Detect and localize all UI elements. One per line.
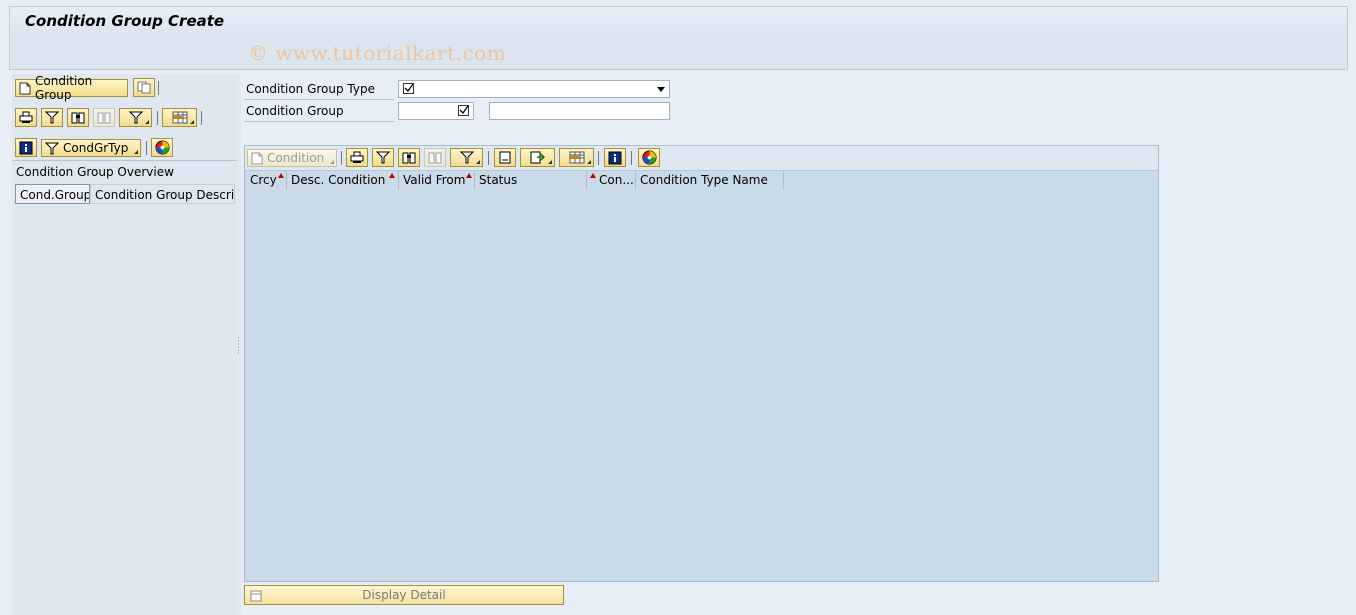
toolbar-separator xyxy=(201,111,202,125)
set-filter-button[interactable] xyxy=(450,148,483,167)
sort-marker-icon xyxy=(466,173,472,178)
color-wheel-icon xyxy=(154,140,170,155)
find-next-icon xyxy=(97,111,111,124)
layout-button[interactable] xyxy=(162,108,197,127)
find-button[interactable] xyxy=(67,108,89,127)
copy-icon xyxy=(137,81,151,94)
toolbar-separator xyxy=(488,151,489,165)
layout-icon xyxy=(172,111,188,124)
page-title: Condition Group Create xyxy=(25,12,225,30)
find-icon xyxy=(71,111,85,124)
toolbar-separator xyxy=(158,81,159,95)
label-underline xyxy=(244,99,394,100)
sort-marker-icon xyxy=(278,173,284,178)
print-preview-button[interactable] xyxy=(494,148,516,167)
layout-button[interactable] xyxy=(559,148,594,167)
color-legend-button[interactable] xyxy=(638,148,660,167)
condgrtyp-button-label: CondGrTyp xyxy=(63,141,129,155)
print-icon xyxy=(350,151,364,164)
condition-button-label: Condition xyxy=(267,151,325,165)
divider xyxy=(12,160,237,161)
set-filter-icon xyxy=(459,151,474,164)
column-condition-type-name[interactable]: Condition Type Name xyxy=(636,171,784,190)
find-button[interactable] xyxy=(398,148,420,167)
set-filter-icon xyxy=(128,111,143,124)
required-checkbox-icon xyxy=(458,105,469,119)
condition-group-label: Condition Group xyxy=(246,104,344,118)
condition-group-field[interactable] xyxy=(398,102,474,120)
toolbar-separator xyxy=(341,151,342,165)
find-next-icon xyxy=(428,151,442,164)
condgrtyp-button[interactable]: CondGrTyp xyxy=(41,139,141,157)
print-button[interactable] xyxy=(15,108,37,127)
display-detail-label: Display Detail xyxy=(362,588,446,602)
dropdown-arrow-icon[interactable] xyxy=(657,87,665,92)
find-icon xyxy=(402,151,416,164)
overview-title: Condition Group Overview xyxy=(16,165,174,179)
toolbar-separator xyxy=(146,141,147,155)
title-bar: Condition Group Create xyxy=(9,6,1348,37)
required-checkbox-icon xyxy=(403,83,414,97)
print-icon xyxy=(19,111,33,124)
condition-group-type-label: Condition Group Type xyxy=(246,82,375,96)
color-legend-button[interactable] xyxy=(151,138,173,157)
toolbar-separator xyxy=(598,151,599,165)
set-filter-button[interactable] xyxy=(119,108,152,127)
filter-icon xyxy=(376,151,390,164)
filter-icon xyxy=(45,142,59,155)
toolbar-separator xyxy=(631,151,632,165)
filter-icon xyxy=(45,111,59,124)
sort-marker-icon xyxy=(389,173,395,178)
display-detail-button[interactable]: Display Detail xyxy=(244,585,564,605)
filter-button[interactable] xyxy=(41,108,63,127)
condition-group-button[interactable]: Condition Group xyxy=(15,74,128,102)
info-icon xyxy=(19,141,33,155)
info-button[interactable] xyxy=(15,138,37,157)
copy-button[interactable] xyxy=(133,78,155,97)
condition-group-type-field[interactable] xyxy=(398,80,670,98)
label-underline xyxy=(244,121,394,122)
find-next-button[interactable] xyxy=(424,148,446,167)
column-valid-from[interactable]: Valid From xyxy=(399,171,475,190)
layout-icon xyxy=(569,151,585,164)
new-document-icon xyxy=(19,82,31,95)
sort-marker-icon xyxy=(590,173,596,178)
column-condition-group-description[interactable]: Condition Group Descrip... xyxy=(90,184,235,204)
export-icon xyxy=(530,151,546,164)
export-button[interactable] xyxy=(520,148,555,167)
document-icon xyxy=(499,151,511,164)
condition-group-description-field xyxy=(489,102,670,120)
toolbar-separator xyxy=(157,111,158,125)
print-button[interactable] xyxy=(346,148,368,167)
splitter-grip-icon: · · · · · · xyxy=(237,334,240,359)
column-cond-group[interactable]: Cond.Group xyxy=(15,184,90,204)
find-next-button[interactable] xyxy=(93,108,115,127)
watermark: © www.tutorialkart.com xyxy=(248,41,507,65)
column-desc-condition[interactable]: Desc. Condition xyxy=(287,171,399,190)
color-wheel-icon xyxy=(641,150,657,165)
new-document-icon xyxy=(251,152,263,165)
condition-grid: Condition Crcy Desc. Condition Valid Fro… xyxy=(244,145,1159,582)
column-status[interactable]: Status xyxy=(475,171,587,190)
condition-button[interactable]: Condition xyxy=(247,149,337,167)
filter-button[interactable] xyxy=(372,148,394,167)
detail-icon xyxy=(250,589,262,607)
info-button[interactable] xyxy=(604,148,626,167)
grid-toolbar: Condition xyxy=(245,146,1158,171)
condition-group-button-label: Condition Group xyxy=(35,74,93,102)
application-toolbar xyxy=(9,36,1348,70)
info-icon xyxy=(608,151,622,165)
